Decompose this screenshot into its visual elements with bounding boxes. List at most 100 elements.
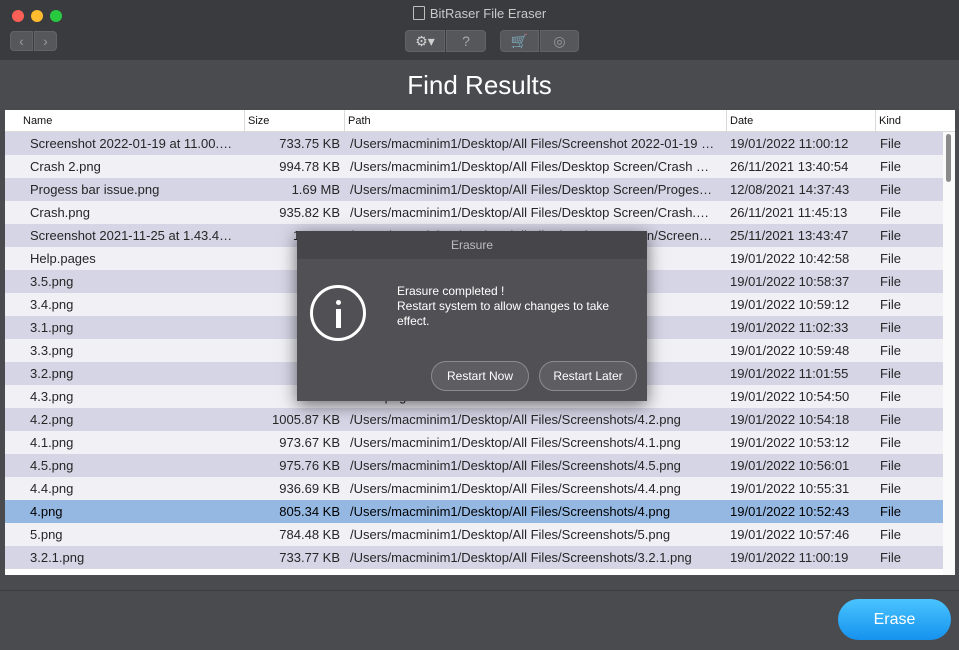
cell-name: 3.1.png — [30, 320, 74, 335]
cell-kind: File — [880, 136, 901, 151]
cell-name: Screenshot 2022-01-19 at 11.00.… — [30, 136, 233, 151]
table-row[interactable]: 4.png 805.34 KB/Users/macminim1/Desktop/A… — [5, 500, 943, 523]
cell-kind: File — [880, 435, 901, 450]
cell-kind: File — [880, 159, 901, 174]
info-icon — [310, 285, 366, 341]
cell-path: /Users/macminim1/Desktop/All Files/Scree… — [350, 550, 692, 565]
cell-path: /Users/macminim1/Desktop/All Files/Scree… — [350, 504, 671, 519]
cell-size: 1.69 MB — [291, 182, 340, 197]
cell-name: 5.png — [30, 527, 63, 542]
cell-kind: File — [880, 504, 901, 519]
cell-path: /Users/macminim1/Desktop/All Files/Scree… — [350, 412, 681, 427]
column-header-kind[interactable]: Kind — [875, 110, 955, 131]
cart-icon[interactable]: 🛒 — [500, 30, 539, 52]
cell-path: /Users/macminim1/Desktop/All Files/Scree… — [350, 435, 681, 450]
cell-date: 26/11/2021 13:40:54 — [730, 159, 849, 174]
cell-date: 19/01/2022 10:58:37 — [730, 274, 850, 289]
table-row[interactable]: Crash 2.png 994.78 KB/Users/macminim1/Des… — [5, 155, 943, 178]
cell-date: 19/01/2022 11:01:55 — [730, 366, 849, 381]
cell-date: 19/01/2022 10:57:46 — [730, 527, 850, 542]
cell-size: 936.69 KB — [279, 481, 340, 496]
settings-gear-icon[interactable]: ⚙▾ — [405, 30, 445, 52]
back-button[interactable]: ‹ — [10, 31, 33, 51]
cell-kind: File — [880, 366, 901, 381]
cell-path: /Users/macminim1/Desktop/All Files/Deskt… — [350, 159, 710, 174]
column-header-date[interactable]: Date — [726, 110, 875, 131]
cell-size: 935.82 KB — [279, 205, 340, 220]
table-row[interactable]: 5.png 784.48 KB/Users/macminim1/Desktop/A… — [5, 523, 943, 546]
table-row[interactable]: 4.1.png 973.67 KB/Users/macminim1/Desktop… — [5, 431, 943, 454]
restart-now-button[interactable]: Restart Now — [431, 361, 529, 391]
cell-date: 19/01/2022 10:54:50 — [730, 389, 850, 404]
cell-kind: File — [880, 182, 901, 197]
erasure-dialog: Erasure Erasure completed ! Restart syst… — [297, 231, 647, 401]
cell-kind: File — [880, 251, 901, 266]
cell-name: 4.png — [30, 504, 63, 519]
cell-size: 784.48 KB — [279, 527, 340, 542]
title-bar: BitRaser File Eraser ‹ › ⚙▾ ? 🛒 ◎ — [0, 0, 959, 60]
cell-name: 4.1.png — [30, 435, 74, 450]
cell-name: 3.4.png — [30, 297, 74, 312]
cell-date: 19/01/2022 10:59:12 — [730, 297, 850, 312]
table-row[interactable]: 4.4.png 936.69 KB/Users/macminim1/Desktop… — [5, 477, 943, 500]
cell-date: 25/11/2021 13:43:47 — [730, 228, 849, 243]
cell-kind: File — [880, 228, 901, 243]
restart-later-button[interactable]: Restart Later — [539, 361, 637, 391]
info-icon-bar — [336, 309, 341, 328]
table-row[interactable]: 4.2.png 1005.87 KB/Users/macminim1/Deskto… — [5, 408, 943, 431]
cell-date: 19/01/2022 10:52:43 — [730, 504, 850, 519]
forward-button[interactable]: › — [34, 31, 57, 51]
footer-divider — [0, 590, 959, 591]
scrollbar-thumb[interactable] — [946, 134, 951, 182]
cell-name: 3.2.1.png — [30, 550, 85, 565]
table-row[interactable]: Crash.png 935.82 KB/Users/macminim1/Deskt… — [5, 201, 943, 224]
cell-name: Progess bar issue.png — [30, 182, 160, 197]
cell-name: Crash.png — [30, 205, 90, 220]
erase-button[interactable]: Erase — [838, 599, 951, 640]
cell-kind: File — [880, 389, 901, 404]
table-row[interactable]: Progess bar issue.png 1.69 MB/Users/macmi… — [5, 178, 943, 201]
cell-kind: File — [880, 527, 901, 542]
cell-path: /Users/macminim1/Desktop/All Files/Scree… — [350, 136, 715, 151]
cell-size: 973.67 KB — [279, 435, 340, 450]
cell-size: 733.75 KB — [279, 136, 340, 151]
cell-date: 19/01/2022 10:42:58 — [730, 251, 850, 266]
dialog-message-line-2: Restart system to allow changes to take … — [397, 299, 610, 328]
dialog-message: Erasure completed ! Restart system to al… — [397, 284, 637, 329]
cell-date: 19/01/2022 11:02:33 — [730, 320, 849, 335]
cell-size: 1005.87 KB — [272, 412, 340, 427]
cell-kind: File — [880, 205, 901, 220]
cell-name: 3.5.png — [30, 274, 74, 289]
cell-date: 26/11/2021 11:45:13 — [730, 205, 848, 220]
cell-name: Crash 2.png — [30, 159, 101, 174]
document-icon — [412, 6, 425, 20]
table-row[interactable]: 3.2.1.png 733.77 KB/Users/macminim1/Deskt… — [5, 546, 943, 569]
dialog-message-line-1: Erasure completed ! — [397, 284, 505, 298]
dialog-title: Erasure — [297, 231, 647, 259]
cell-date: 19/01/2022 10:59:48 — [730, 343, 850, 358]
cell-kind: File — [880, 481, 901, 496]
cell-kind: File — [880, 297, 901, 312]
cell-path: /Users/macminim1/Desktop/All Files/Deskt… — [350, 182, 712, 197]
table-header: Name Size Path Date Kind — [5, 110, 955, 132]
column-header-path[interactable]: Path — [344, 110, 726, 131]
cell-path: /Users/macminim1/Desktop/All Files/Scree… — [350, 481, 681, 496]
vertical-scrollbar[interactable] — [943, 132, 955, 575]
page-title: Find Results — [407, 70, 552, 100]
help-button[interactable]: ? — [446, 30, 486, 52]
cell-size: 975.76 KB — [279, 458, 340, 473]
table-row[interactable]: Screenshot 2022-01-19 at 11.00.… 733.75 K… — [5, 132, 943, 155]
cell-name: Screenshot 2021-11-25 at 1.43.4… — [30, 228, 233, 243]
column-header-size[interactable]: Size — [244, 110, 344, 131]
column-header-name[interactable]: Name — [20, 110, 245, 131]
cell-name: 4.3.png — [30, 389, 74, 404]
cell-path: /Users/macminim1/Desktop/All Files/Scree… — [350, 527, 671, 542]
window-title: BitRaser File Eraser — [0, 6, 959, 21]
table-row[interactable]: 4.5.png 975.76 KB/Users/macminim1/Desktop… — [5, 454, 943, 477]
account-icon[interactable]: ◎ — [540, 30, 579, 52]
cell-date: 19/01/2022 11:00:12 — [730, 136, 849, 151]
cell-date: 19/01/2022 10:53:12 — [730, 435, 850, 450]
cell-kind: File — [880, 274, 901, 289]
cell-name: 3.2.png — [30, 366, 74, 381]
cell-name: 3.3.png — [30, 343, 74, 358]
